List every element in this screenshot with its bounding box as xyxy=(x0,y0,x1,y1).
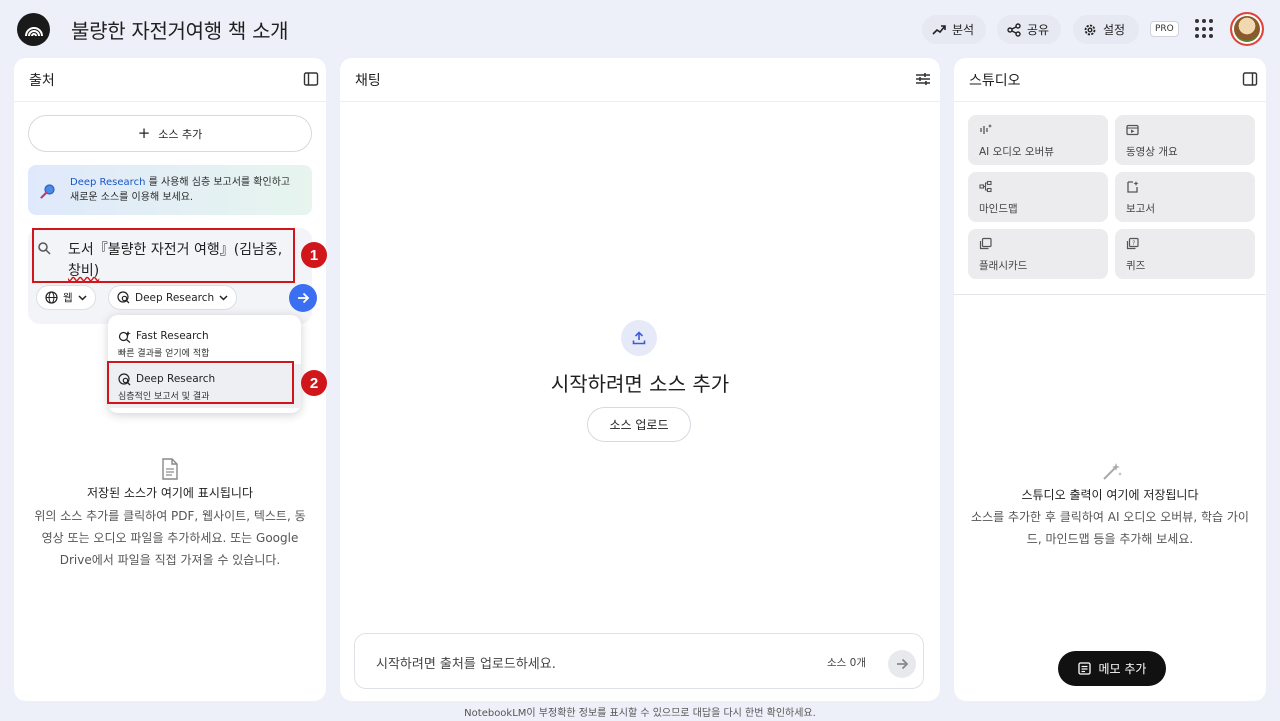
web-chip-label: 웹 xyxy=(63,292,73,304)
sources-empty-line-3: Drive에서 파일을 직접 가져올 수 있습니다. xyxy=(59,553,281,567)
report-tile[interactable]: 보고서 xyxy=(1115,172,1255,222)
upload-icon xyxy=(632,331,646,345)
collapse-panel-icon[interactable] xyxy=(303,71,319,87)
svg-text:?: ? xyxy=(1132,240,1135,247)
sliders-icon[interactable] xyxy=(915,71,931,87)
top-bar: 불량한 자전거여행 책 소개 분석 공유 설정 PRO xyxy=(0,0,1280,58)
sources-empty-line-1: 위의 소스 추가를 클릭하여 PDF, 웹사이트, 텍스트, 동 xyxy=(34,509,306,523)
chat-input[interactable]: 시작하려면 출처를 업로드하세요. 소스 0개 xyxy=(354,633,924,689)
add-source-label: 소스 추가 xyxy=(158,127,203,141)
quiz-icon: ? xyxy=(1126,237,1139,250)
apps-grid-icon[interactable] xyxy=(1195,19,1215,39)
panel-divider xyxy=(340,101,940,102)
audio-waveform-icon xyxy=(980,124,992,134)
upload-circle xyxy=(621,320,657,356)
annotation-number-2: 2 xyxy=(301,370,327,396)
magic-wand-icon xyxy=(1103,463,1122,480)
collapse-panel-icon[interactable] xyxy=(1242,71,1258,87)
add-source-button[interactable]: + 소스 추가 xyxy=(28,115,312,152)
fast-research-option[interactable]: Fast Research 빠른 결과를 얻기에 적합 xyxy=(108,321,301,365)
deep-research-link[interactable]: Deep Research xyxy=(70,177,145,188)
chevron-down-icon xyxy=(219,294,228,301)
mindmap-label: 마인드맵 xyxy=(979,203,1018,215)
fast-search-icon xyxy=(118,331,131,343)
avatar[interactable] xyxy=(1230,12,1264,46)
sources-empty-title: 저장된 소스가 여기에 표시됩니다 xyxy=(86,486,253,500)
studio-empty-line-1: 소스를 추가한 후 클릭하여 AI 오디오 오버뷰, 학습 가이 xyxy=(971,510,1249,524)
report-icon xyxy=(1127,181,1139,193)
sources-empty-description: 위의 소스 추가를 클릭하여 PDF, 웹사이트, 텍스트, 동 영상 또는 오… xyxy=(14,505,326,571)
studio-panel: 스튜디오 AI 오디오 오버뷰 동영상 개요 마인드맵 보고서 플래시카드 ? … xyxy=(954,58,1266,701)
annotation-number-1: 1 xyxy=(301,242,327,268)
analyze-label: 분석 xyxy=(952,23,975,37)
add-memo-label: 메모 추가 xyxy=(1098,662,1147,676)
share-label: 공유 xyxy=(1027,23,1050,37)
panel-divider xyxy=(14,101,326,102)
upload-source-button[interactable]: 소스 업로드 xyxy=(587,407,691,442)
studio-title: 스튜디오 xyxy=(969,73,1021,89)
pro-badge: PRO xyxy=(1150,21,1179,37)
panel-divider xyxy=(954,101,1266,102)
audio-overview-tile[interactable]: AI 오디오 오버뷰 xyxy=(968,115,1108,165)
flashcard-label: 플래시카드 xyxy=(979,260,1028,272)
annotation-box-2 xyxy=(107,361,294,404)
mode-chip-label: Deep Research xyxy=(135,291,215,304)
magnifier-icon xyxy=(40,184,55,199)
studio-empty-description: 소스를 추가한 후 클릭하여 AI 오디오 오버뷰, 학습 가이 드, 마인드맵… xyxy=(954,506,1266,550)
gear-icon xyxy=(1084,24,1096,35)
quiz-label: 퀴즈 xyxy=(1126,260,1146,272)
studio-empty-line-2: 드, 마인드맵 등을 추가해 보세요. xyxy=(1026,532,1194,546)
add-memo-button[interactable]: 메모 추가 xyxy=(1058,651,1166,686)
studio-divider xyxy=(954,294,1266,295)
video-overview-label: 동영상 개요 xyxy=(1126,146,1178,158)
chat-input-placeholder: 시작하려면 출처를 업로드하세요. xyxy=(376,657,556,672)
fast-research-name: Fast Research xyxy=(136,330,209,342)
banner-text-2: 새로운 소스를 이용해 보세요. xyxy=(70,192,194,203)
flashcard-icon xyxy=(979,237,992,250)
document-icon xyxy=(162,458,178,480)
research-mode-chip[interactable]: Deep Research xyxy=(108,285,238,310)
audio-overview-label: AI 오디오 오버뷰 xyxy=(979,146,1054,158)
arrow-right-icon xyxy=(297,292,309,304)
arrow-right-icon xyxy=(896,658,908,670)
fast-research-desc: 빠른 결과를 얻기에 적합 xyxy=(118,349,210,359)
note-icon xyxy=(1077,662,1091,675)
analyze-button[interactable]: 분석 xyxy=(922,15,986,44)
report-label: 보고서 xyxy=(1126,203,1155,215)
notebooklm-logo[interactable] xyxy=(17,13,50,46)
trending-icon xyxy=(932,24,946,35)
share-button[interactable]: 공유 xyxy=(997,15,1061,44)
share-icon xyxy=(1007,22,1021,37)
mindmap-tile[interactable]: 마인드맵 xyxy=(968,172,1108,222)
chat-empty-heading: 시작하려면 소스 추가 xyxy=(550,372,730,396)
deep-research-banner[interactable]: Deep Research 를 사용해 심층 보고서를 확인하고 새로운 소스를… xyxy=(28,165,312,215)
send-button[interactable] xyxy=(888,650,916,678)
chevron-down-icon xyxy=(78,294,87,301)
deep-research-icon xyxy=(117,291,130,304)
settings-label: 설정 xyxy=(1103,23,1126,37)
disclaimer-footer: NotebookLM이 부정확한 정보를 표시할 수 있으므로 대답을 다시 한… xyxy=(464,708,816,719)
video-overview-tile[interactable]: 동영상 개요 xyxy=(1115,115,1255,165)
submit-research-button[interactable] xyxy=(289,284,317,312)
chat-panel: 채팅 시작하려면 소스 추가 소스 업로드 시작하려면 출처를 업로드하세요. … xyxy=(340,58,940,701)
quiz-tile[interactable]: ? 퀴즈 xyxy=(1115,229,1255,279)
mindmap-icon xyxy=(979,180,992,193)
video-icon xyxy=(1126,124,1139,136)
web-source-chip[interactable]: 웹 xyxy=(36,285,96,310)
settings-button[interactable]: 설정 xyxy=(1073,15,1139,44)
sources-empty-line-2: 영상 또는 오디오 파일을 추가하세요. 또는 Google xyxy=(41,531,299,545)
studio-empty-title: 스튜디오 출력이 여기에 저장됩니다 xyxy=(1021,488,1199,502)
chat-title: 채팅 xyxy=(355,73,381,89)
notebook-title[interactable]: 불량한 자전거여행 책 소개 xyxy=(71,15,289,44)
sources-title: 출처 xyxy=(29,73,55,89)
notebooklm-logo-icon xyxy=(24,26,43,36)
globe-icon xyxy=(45,291,58,304)
annotation-box-1 xyxy=(32,228,295,283)
source-count: 소스 0개 xyxy=(827,657,866,669)
plus-icon: + xyxy=(137,124,151,142)
flashcard-tile[interactable]: 플래시카드 xyxy=(968,229,1108,279)
banner-text-1: 를 사용해 심층 보고서를 확인하고 xyxy=(145,177,291,188)
banner-text: Deep Research 를 사용해 심층 보고서를 확인하고 새로운 소스를… xyxy=(70,175,308,205)
